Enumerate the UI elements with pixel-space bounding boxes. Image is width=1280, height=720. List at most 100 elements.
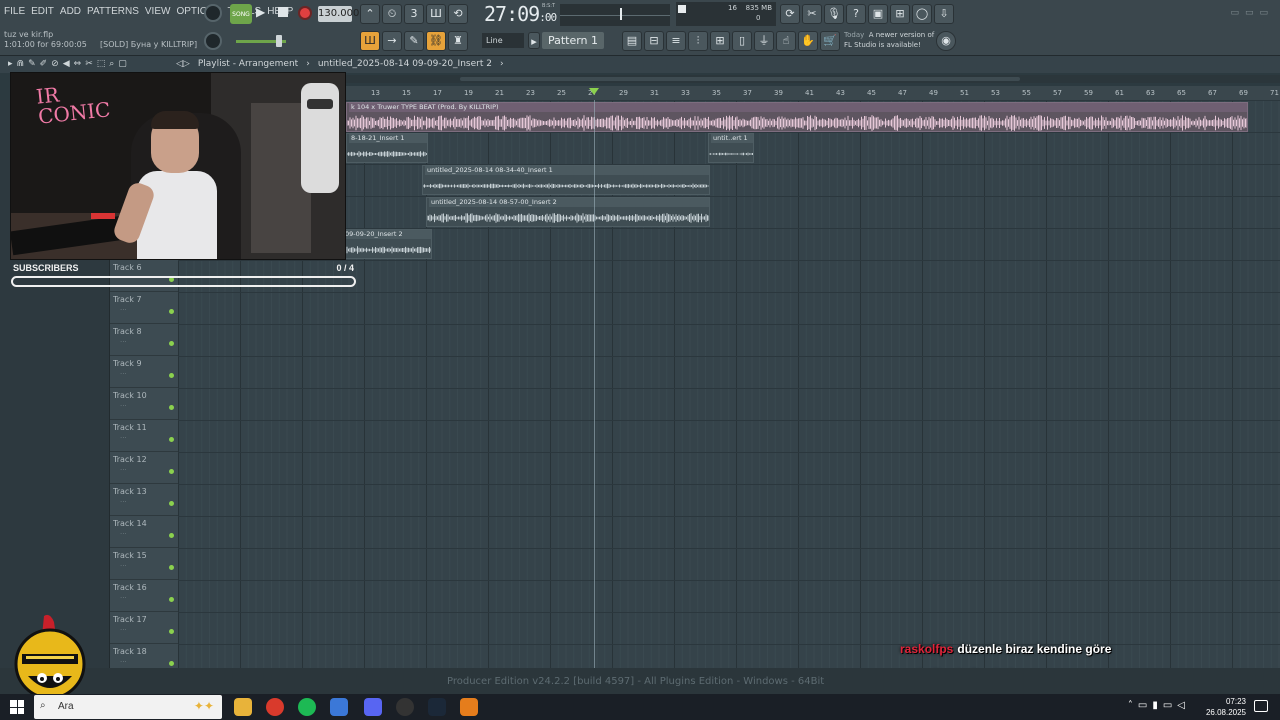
playhead-marker[interactable] — [589, 88, 599, 95]
mute-tool-icon[interactable]: ◀ — [63, 59, 74, 69]
app-icon[interactable] — [330, 698, 348, 716]
playlist-back-icon[interactable]: ◁▷ — [176, 59, 190, 69]
tempo-display[interactable]: 130.000 — [318, 6, 359, 22]
slice-icon[interactable]: ✂ — [85, 59, 97, 69]
tray-network-icon[interactable]: ▭ — [1163, 700, 1177, 711]
snap-select[interactable]: Line — [482, 33, 524, 48]
minimize-icon[interactable]: ▭ — [1230, 8, 1245, 18]
metronome-icon[interactable]: ⌃ — [360, 4, 380, 24]
track-mute-led[interactable] — [169, 629, 174, 634]
undo-history-icon[interactable]: ⟳ — [780, 4, 800, 24]
track-header[interactable]: Track 7 ··· — [110, 292, 178, 324]
microphone-icon[interactable]: 🎙 — [824, 4, 844, 24]
browser-icon[interactable]: ⊞ — [710, 31, 730, 51]
plug-icon[interactable]: ⏚ — [754, 31, 774, 51]
pattern-prev-icon[interactable]: ▸ — [528, 32, 540, 49]
maximize-icon[interactable]: ▭ — [1245, 8, 1260, 18]
update-icon[interactable]: ◉ — [936, 31, 956, 51]
track-mute-led[interactable] — [169, 373, 174, 378]
track-mute-led[interactable] — [169, 565, 174, 570]
record-button[interactable] — [298, 6, 312, 20]
pitch-knob[interactable] — [204, 4, 222, 22]
arrow-icon[interactable]: → — [382, 31, 402, 51]
timeline-ruler[interactable]: 13 15 17 19 21 23 25 27 29 31 33 35 37 39 41 43 45 47 49 51… — [346, 86, 1280, 100]
file-explorer-icon[interactable] — [234, 698, 252, 716]
taskbar-search[interactable]: ⌕ Ara ✦✦ — [34, 695, 222, 719]
pattern-selector[interactable]: Pattern 1 — [542, 32, 604, 49]
track-mute-led[interactable] — [169, 469, 174, 474]
touch-icon[interactable]: ☝ — [776, 31, 796, 51]
clip-audio[interactable]: 09-09-20_Insert 2 — [340, 229, 432, 259]
fl-studio-icon[interactable] — [460, 698, 478, 716]
tray-app-icon[interactable]: ▭ — [1138, 700, 1152, 711]
track-mute-led[interactable] — [169, 661, 174, 666]
plugin-icon[interactable]: ⊞ — [890, 4, 910, 24]
track-header[interactable]: Track 14 ··· — [110, 516, 178, 548]
clip-audio[interactable]: untit..ert 1 — [708, 133, 754, 163]
chrome-icon[interactable] — [266, 698, 284, 716]
download-icon[interactable]: ⇩ — [934, 4, 954, 24]
song-mode-button[interactable]: SONG — [230, 4, 252, 24]
clip-audio[interactable]: untitled_2025-08-14 08-57-00_Insert 2 — [426, 197, 710, 227]
track-header[interactable]: Track 8 ··· — [110, 324, 178, 356]
system-tray[interactable]: ˄▭▮▭◁ — [1128, 700, 1190, 711]
track-header[interactable]: Track 15 ··· — [110, 548, 178, 580]
track-mute-led[interactable] — [169, 533, 174, 538]
track-mute-led[interactable] — [169, 341, 174, 346]
menu-view[interactable]: VIEW — [145, 6, 171, 17]
playback-icon[interactable]: ▢ — [118, 59, 131, 69]
cart-icon[interactable]: 🛒 — [820, 31, 840, 51]
track-header[interactable]: Track 10 ··· — [110, 388, 178, 420]
loop-record-icon[interactable]: ⟲ — [448, 4, 468, 24]
tray-chevron-icon[interactable]: ˄ — [1128, 700, 1138, 711]
track-mute-led[interactable] — [169, 597, 174, 602]
master-pitch-knob[interactable] — [204, 32, 222, 50]
obs-icon[interactable] — [396, 698, 414, 716]
track-mute-led[interactable] — [169, 309, 174, 314]
tray-volume-icon[interactable]: ◁ — [1177, 700, 1190, 711]
track-header[interactable]: Track 12 ··· — [110, 452, 178, 484]
spotify-icon[interactable] — [298, 698, 316, 716]
help-icon[interactable]: ? — [846, 4, 866, 24]
clip-audio[interactable]: 8-18-21_Insert 1 — [346, 133, 428, 163]
stamp-icon[interactable]: ♜ — [448, 31, 468, 51]
playlist-icon[interactable]: Ш — [360, 31, 380, 51]
slip-icon[interactable]: ⇔ — [74, 59, 86, 69]
play-button[interactable]: ▶ — [256, 5, 265, 19]
steam-icon[interactable] — [428, 698, 446, 716]
save-icon[interactable]: ▣ — [868, 4, 888, 24]
track-mute-led[interactable] — [169, 501, 174, 506]
mixer-icon[interactable]: ⫶ — [688, 31, 708, 51]
channel-rack-icon[interactable]: ⊟ — [644, 31, 664, 51]
tray-mic-icon[interactable]: ▮ — [1152, 700, 1163, 711]
discord-icon[interactable] — [364, 698, 382, 716]
windows-start-icon[interactable] — [10, 700, 24, 714]
track-mute-led[interactable] — [169, 405, 174, 410]
menu-add[interactable]: ADD — [60, 6, 81, 17]
clip-audio[interactable]: untitled_2025-08-14 08-34-40_Insert 1 — [422, 165, 710, 195]
playlist-window-icon[interactable]: ▤ — [622, 31, 642, 51]
track-mute-led[interactable] — [169, 437, 174, 442]
master-volume-slider[interactable] — [236, 35, 286, 47]
paint-icon[interactable]: ✐ — [40, 59, 52, 69]
playlist-menu-icon[interactable]: ▸ — [8, 59, 17, 69]
clipboard-icon[interactable]: ▯ — [732, 31, 752, 51]
delete-tool-icon[interactable]: ⊘ — [51, 59, 63, 69]
close-icon[interactable]: ▭ — [1259, 8, 1274, 18]
clip-beat[interactable]: k 104 x Truwer TYPE BEAT (Prod. By KILLT… — [346, 102, 1248, 132]
pencil-icon[interactable]: ✎ — [28, 59, 40, 69]
menu-file[interactable]: FILE — [4, 6, 25, 17]
draw-icon[interactable]: ✎ — [404, 31, 424, 51]
link-icon[interactable]: ⛓ — [426, 31, 446, 51]
news-panel[interactable]: Today A newer version of FL Studio is av… — [844, 30, 934, 50]
wait-input-icon[interactable]: ⏲ — [382, 4, 402, 24]
scrollbar-thumb[interactable] — [460, 77, 1020, 81]
magnet-icon[interactable]: ⋒ — [17, 59, 29, 69]
track-header[interactable]: Track 9 ··· — [110, 356, 178, 388]
step-edit-icon[interactable]: Ш — [426, 4, 446, 24]
zoom-icon[interactable]: ⌕ — [109, 59, 118, 69]
piano-roll-icon[interactable]: ≡ — [666, 31, 686, 51]
stop-button[interactable] — [278, 7, 288, 17]
menu-edit[interactable]: EDIT — [31, 6, 54, 17]
taskbar-clock[interactable]: 07:23 26.08.2025 — [1206, 696, 1246, 718]
